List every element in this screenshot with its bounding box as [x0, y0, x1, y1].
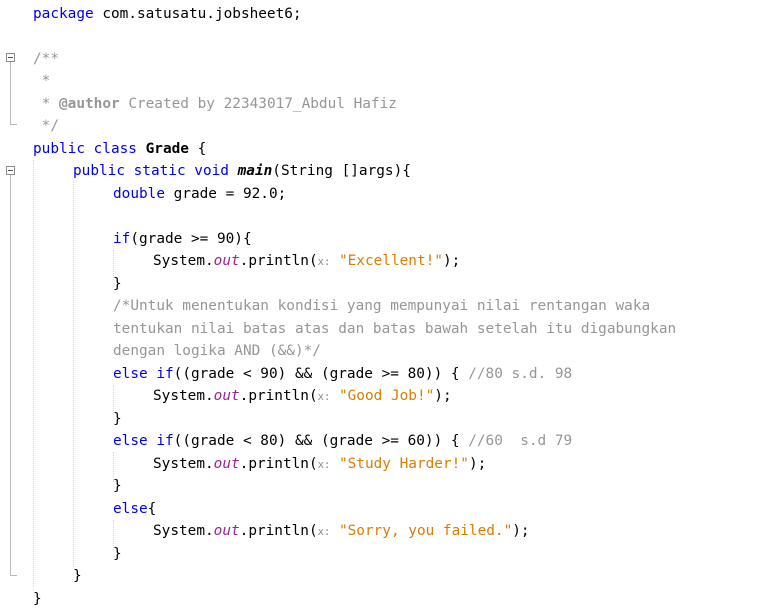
class-name: Grade [145, 141, 189, 157]
code-line-println-excellent: System.out.println(x: "Excellent!"); [153, 250, 460, 272]
method-call: .println( [239, 456, 318, 472]
method-call: .println( [239, 388, 318, 404]
keyword: else if [113, 366, 174, 382]
variable-decl: grade = 92.0; [164, 186, 287, 202]
code-line-comment: /*Untuk menentukan kondisi yang mempunya… [113, 295, 650, 317]
punctuation: ); [468, 456, 487, 472]
param-hint: x: [317, 391, 331, 403]
condition: ((grade < 80) && (grade >= 60)) { [173, 433, 469, 449]
block-comment: tentukan nilai batas atas dan batas bawa… [113, 321, 677, 337]
code-line-doc-author: * @author Created by 22343017_Abdul Hafi… [33, 93, 397, 115]
code-line-doc-close: */ [33, 115, 59, 137]
punctuation: } [113, 546, 122, 562]
code-line-println-study: System.out.println(x: "Study Harder!"); [153, 453, 486, 475]
keyword: if [113, 231, 131, 247]
field-ref: out [213, 253, 240, 269]
punctuation: { [147, 501, 157, 517]
code-line-comment: tentukan nilai batas atas dan batas bawa… [113, 318, 676, 340]
punctuation: ); [442, 253, 461, 269]
indent-guide [73, 182, 74, 567]
punctuation: } [113, 276, 122, 292]
keyword: else [113, 501, 148, 517]
string-literal: "Sorry, you failed." [338, 523, 513, 539]
code-line-else-if-60: else if((grade < 80) && (grade >= 60)) {… [113, 430, 572, 452]
code-line-main-decl: public static void main(String []args){ [73, 160, 411, 182]
doc-tag: @author [59, 96, 120, 112]
class-ref: System. [153, 388, 214, 404]
string-literal: "Excellent!" [338, 253, 443, 269]
block-comment: /*Untuk menentukan kondisi yang mempunya… [113, 298, 651, 314]
field-ref: out [213, 388, 240, 404]
class-ref: System. [153, 456, 214, 472]
code-line-else-if-80: else if((grade < 90) && (grade >= 80)) {… [113, 363, 572, 385]
field-ref: out [213, 456, 240, 472]
doc-comment: */ [33, 118, 59, 134]
indent-guide [33, 160, 34, 590]
fold-collapse-icon[interactable] [6, 53, 15, 62]
code-line-else: else{ [113, 498, 156, 520]
code-line-package: package com.satusatu.jobsheet6; [33, 3, 302, 25]
fold-end [10, 575, 17, 576]
code-line-comment: dengan logika AND (&&)*/ [113, 340, 321, 362]
punctuation: } [73, 568, 82, 584]
line-comment: //60 s.d 79 [468, 433, 573, 449]
keyword: package [33, 6, 94, 22]
punctuation: ); [434, 388, 452, 404]
code-line-println-goodjob: System.out.println(x: "Good Job!"); [153, 385, 452, 407]
doc-comment: * [33, 96, 59, 112]
code-line-close-brace: } [113, 475, 122, 497]
doc-comment: * [33, 73, 51, 89]
punctuation: ); [512, 523, 530, 539]
method-name: main [237, 163, 273, 179]
doc-comment: /** [33, 51, 59, 67]
code-line-println-sorry: System.out.println(x: "Sorry, you failed… [153, 520, 530, 542]
code-line-if: if(grade >= 90){ [113, 228, 252, 250]
fold-line [10, 175, 11, 575]
punctuation: { [188, 141, 207, 157]
code-line-grade-decl: double grade = 92.0; [113, 183, 286, 205]
method-call: .println( [239, 253, 318, 269]
line-comment: //80 s.d. 98 [468, 366, 573, 382]
block-comment: dengan logika AND (&&)*/ [113, 343, 321, 359]
code-line-close-brace: } [113, 408, 122, 430]
punctuation: } [113, 478, 122, 494]
doc-comment: Created by 22343017_Abdul Hafiz [119, 96, 397, 112]
code-line-class-decl: public class Grade { [33, 138, 206, 160]
code-line-doc-star: * [33, 70, 51, 92]
keyword: public class [33, 141, 137, 157]
fold-end [10, 124, 17, 125]
code-line-close-brace: } [113, 273, 122, 295]
fold-collapse-icon[interactable] [6, 166, 15, 175]
method-params: (String []args){ [272, 163, 411, 179]
condition: ((grade < 90) && (grade >= 80)) { [173, 366, 469, 382]
package-name: com.satusatu.jobsheet6; [93, 6, 302, 22]
fold-line [10, 62, 11, 124]
code-editor[interactable]: package com.satusatu.jobsheet6; /** * * … [0, 0, 774, 607]
field-ref: out [213, 523, 240, 539]
param-hint: x: [317, 459, 331, 471]
keyword: else if [113, 433, 174, 449]
param-hint: x: [317, 256, 331, 268]
condition: (grade >= 90){ [130, 231, 252, 247]
code-line-doc-open: /** [33, 48, 59, 70]
param-hint: x: [317, 526, 331, 538]
editor-gutter [0, 0, 24, 606]
keyword: public static void [73, 163, 229, 179]
punctuation: } [33, 591, 42, 607]
punctuation: } [113, 411, 122, 427]
class-ref: System. [153, 523, 214, 539]
string-literal: "Study Harder!" [338, 456, 469, 472]
code-line-close-brace: } [33, 588, 42, 610]
string-literal: "Good Job!" [338, 388, 435, 404]
method-call: .println( [239, 523, 318, 539]
code-line-close-brace: } [113, 543, 122, 565]
class-ref: System. [153, 253, 214, 269]
keyword: double [113, 186, 165, 202]
code-line-close-brace: } [73, 565, 82, 587]
